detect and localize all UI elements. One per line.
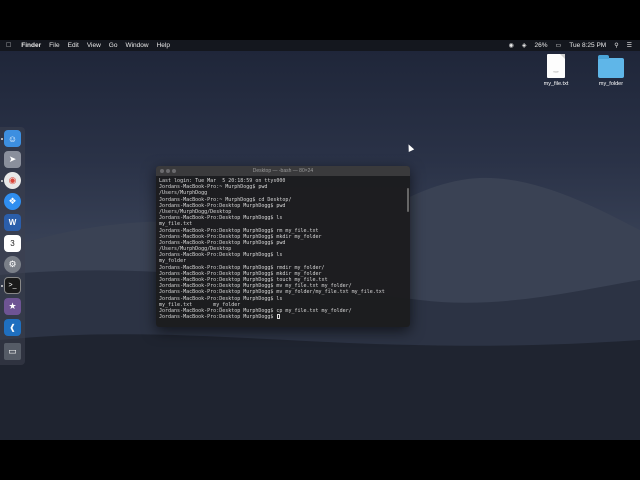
terminal-title: Desktop — -bash — 80×24 xyxy=(252,168,314,174)
running-indicator xyxy=(1,285,3,287)
safari-icon[interactable]: ❖ xyxy=(4,193,21,210)
terminal-scrollbar[interactable] xyxy=(407,188,409,212)
desktop-icon-label: my_file.txt xyxy=(543,81,569,87)
launchpad-icon[interactable]: ➤ xyxy=(4,151,21,168)
menu-window[interactable]: Window xyxy=(125,42,148,49)
menu-edit[interactable]: Edit xyxy=(68,42,79,49)
terminal-cursor xyxy=(277,314,281,320)
menu-go[interactable]: Go xyxy=(109,42,118,49)
vscode-icon[interactable]: ❰ xyxy=(4,319,21,336)
desktop-folder-my-folder[interactable]: my_folder xyxy=(591,54,631,87)
dock: ☺ ➤ ◉ ❖ W 3 ⚙ >_ ★ ❰ ▭ xyxy=(0,127,25,365)
status-icon[interactable]: ◉ xyxy=(509,42,514,49)
apple-icon[interactable]:  xyxy=(6,42,11,49)
trash-icon[interactable]: ▭ xyxy=(4,343,21,360)
battery-percent[interactable]: 26% xyxy=(535,42,548,49)
wifi-icon[interactable]: ◈ xyxy=(522,42,527,49)
battery-icon[interactable]: ▭ xyxy=(556,42,562,49)
menu-view[interactable]: View xyxy=(87,42,101,49)
running-indicator xyxy=(1,138,3,140)
chrome-icon[interactable]: ◉ xyxy=(4,172,21,189)
terminal-output[interactable]: Last login: Tue Mar 5 20:18:59 on ttys00… xyxy=(156,176,410,327)
desktop-file-my-file[interactable]: TXT my_file.txt xyxy=(536,54,576,87)
menu-finder[interactable]: Finder xyxy=(21,42,41,49)
clock[interactable]: Tue 8:25 PM xyxy=(569,42,606,49)
terminal-window[interactable]: Desktop — -bash — 80×24 Last login: Tue … xyxy=(156,166,410,327)
terminal-line: Jordans-MacBook-Pro:Desktop MurphDogg$ m… xyxy=(159,289,385,296)
menu-bar:  Finder File Edit View Go Window Help ◉… xyxy=(0,40,640,51)
desktop-icon-label: my_folder xyxy=(598,81,624,87)
finder-icon[interactable]: ☺ xyxy=(4,130,21,147)
terminal-title-bar[interactable]: Desktop — -bash — 80×24 xyxy=(156,166,410,176)
running-indicator xyxy=(1,180,3,182)
spotlight-search-icon[interactable]: ⚲ xyxy=(614,42,618,49)
word-icon[interactable]: W xyxy=(4,214,21,231)
notification-center-icon[interactable]: ☰ xyxy=(627,42,632,49)
folder-icon xyxy=(598,55,624,78)
terminal-prompt: Jordans-MacBook-Pro:Desktop MurphDogg$ xyxy=(159,314,277,321)
github-icon[interactable]: ★ xyxy=(4,298,21,315)
menu-help[interactable]: Help xyxy=(157,42,170,49)
terminal-icon[interactable]: >_ xyxy=(4,277,21,294)
menu-file[interactable]: File xyxy=(49,42,59,49)
desktop-screen:  Finder File Edit View Go Window Help ◉… xyxy=(0,40,640,440)
system-preferences-icon[interactable]: ⚙ xyxy=(4,256,21,273)
calendar-icon[interactable]: 3 xyxy=(4,235,21,252)
text-document-icon: TXT xyxy=(547,54,565,78)
terminal-prompt-line[interactable]: Jordans-MacBook-Pro:Desktop MurphDogg$ xyxy=(159,314,407,320)
